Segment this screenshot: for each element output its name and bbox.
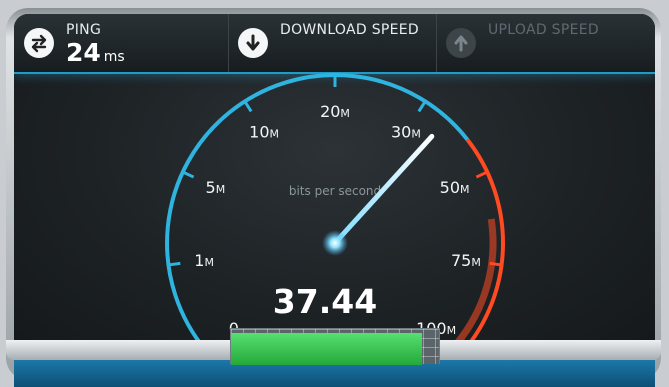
gauge-tick-mark	[489, 261, 502, 267]
gauge-tick-unit: M	[204, 256, 214, 269]
gauge-tick-mark	[182, 170, 195, 179]
gauge-danger-band	[453, 218, 497, 347]
gauge-tick-mark	[243, 100, 253, 113]
gauge-tick-mark	[417, 100, 427, 113]
bits-per-second-label: bits per second	[289, 184, 381, 198]
gauge-tick-unit: M	[460, 183, 470, 196]
gauge-tick-label: 5M	[206, 178, 226, 197]
gauge-tick-number: 10	[249, 123, 269, 142]
progress-graph	[230, 328, 440, 365]
gauge-tick-number: 50	[440, 178, 460, 197]
gauge-tick-mark	[168, 261, 181, 267]
gauge-tick-number: 75	[451, 251, 471, 270]
gauge-tick-unit: M	[270, 128, 280, 141]
gauge-tick-label: 10M	[249, 123, 279, 142]
gauge-tick-unit: M	[447, 324, 457, 337]
progress-graph-fill	[231, 333, 423, 365]
gauge-tick-mark	[475, 170, 488, 179]
gauge-tick-number: 1	[194, 251, 204, 270]
speed-reading: 37.44	[272, 282, 378, 321]
gauge-tick-number: 30	[391, 123, 411, 142]
gauge-tick-unit: M	[216, 183, 226, 196]
gauge-tick-number: 20	[320, 102, 340, 121]
gauge-tick-label: 20M	[320, 102, 350, 121]
gauge-tick-label: 30M	[391, 123, 421, 142]
gauge-tick-label: 1M	[194, 251, 214, 270]
needle-hub	[322, 230, 348, 256]
gauge-tick-number: 5	[206, 178, 216, 197]
gauge-tick-unit: M	[411, 128, 421, 141]
gauge-tick-unit: M	[471, 256, 481, 269]
gauge-tick-unit: M	[340, 107, 350, 120]
gauge-tick-label: 75M	[451, 251, 481, 270]
gauge-tick-label: 50M	[440, 178, 470, 197]
